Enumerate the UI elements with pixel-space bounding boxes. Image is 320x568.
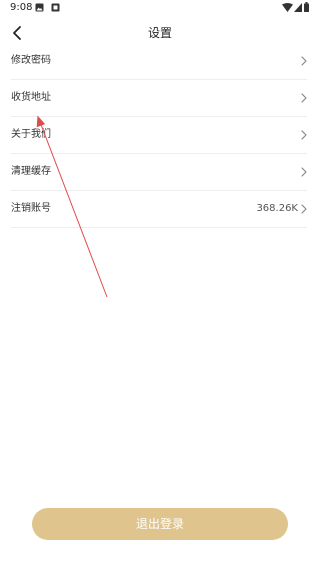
settings-item-label: 关于我们: [11, 129, 51, 140]
battery-icon: [304, 2, 309, 12]
chevron-right-icon: [301, 93, 307, 103]
chevron-right-icon: [301, 204, 307, 214]
settings-item-label: 收货地址: [11, 92, 51, 103]
settings-list: 修改密码 收货地址 关于我们 清理缓存 注销账号 368.26K: [11, 43, 307, 228]
status-time: 9:08: [10, 2, 33, 13]
settings-item-value: 368.26K: [256, 203, 298, 214]
page-title: 设置: [147, 26, 172, 40]
settings-item-label: 清理缓存: [11, 166, 51, 177]
chevron-right-icon: [301, 56, 307, 66]
settings-item-cancel-account[interactable]: 注销账号 368.26K: [11, 191, 307, 228]
settings-item-clear-cache[interactable]: 清理缓存: [11, 154, 307, 191]
settings-item-label: 修改密码: [11, 55, 51, 66]
settings-item-change-password[interactable]: 修改密码: [11, 43, 307, 80]
chevron-right-icon: [301, 167, 307, 177]
image-icon: [35, 3, 44, 12]
logout-button[interactable]: 退出登录: [32, 508, 288, 540]
settings-item-label: 注销账号: [11, 203, 51, 214]
settings-item-about-us[interactable]: 关于我们: [11, 117, 307, 154]
wifi-icon: [282, 3, 293, 12]
chevron-right-icon: [301, 130, 307, 140]
notification-icon: [51, 3, 60, 12]
settings-item-shipping-address[interactable]: 收货地址: [11, 80, 307, 117]
status-bar: 9:08: [0, 0, 320, 17]
signal-icon: [294, 3, 302, 12]
